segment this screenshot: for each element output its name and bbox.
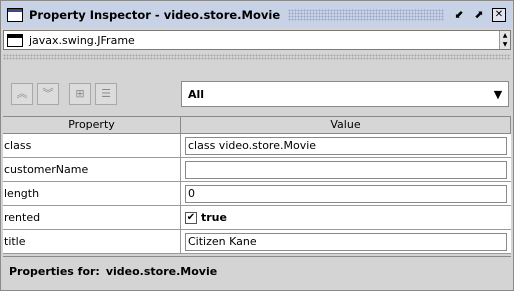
list-view-button[interactable]: ☰: [95, 83, 117, 105]
window-title: Property Inspector - video.store.Movie: [29, 8, 281, 22]
object-selector[interactable]: javax.swing.JFrame ▲ ▼: [3, 30, 511, 50]
status-footer: Properties for: video.store.Movie: [3, 256, 511, 286]
footer-class: video.store.Movie: [105, 265, 218, 278]
property-name: title: [3, 230, 181, 253]
table-header: Property Value: [3, 117, 511, 134]
footer-label: Properties for:: [9, 265, 100, 278]
close-icon[interactable]: ✕: [492, 8, 506, 22]
property-inspector-window: Property Inspector - video.store.Movie ⬋…: [0, 0, 514, 291]
object-spinner[interactable]: ▲ ▼: [499, 31, 510, 49]
property-value-field[interactable]: 0: [185, 184, 507, 203]
rented-checkbox[interactable]: ✔: [185, 211, 197, 224]
jframe-icon: [7, 33, 23, 47]
table-row[interactable]: rented ✔ true: [3, 206, 511, 230]
property-name: rented: [3, 206, 181, 229]
filter-value: All: [188, 87, 205, 101]
toolbar-grip[interactable]: [3, 54, 511, 60]
property-value-field[interactable]: [185, 160, 507, 179]
property-value-field[interactable]: Citizen Kane: [185, 232, 507, 251]
table-row[interactable]: class class video.store.Movie: [3, 134, 511, 158]
new-property-button[interactable]: ⊞: [69, 83, 91, 105]
title-bar[interactable]: Property Inspector - video.store.Movie ⬋…: [2, 2, 512, 28]
window-icon: [7, 8, 23, 22]
filter-dropdown[interactable]: All ▼: [181, 81, 509, 107]
property-table: Property Value class class video.store.M…: [3, 116, 511, 254]
title-grip[interactable]: [288, 9, 444, 21]
property-name: customerName: [3, 158, 181, 181]
header-property[interactable]: Property: [3, 117, 181, 134]
spin-down-icon[interactable]: ▼: [503, 41, 508, 48]
property-name: class: [3, 134, 181, 157]
move-down-button[interactable]: ︾: [37, 83, 59, 105]
table-row[interactable]: length 0: [3, 182, 511, 206]
rented-value: true: [201, 211, 227, 224]
table-row[interactable]: customerName: [3, 158, 511, 182]
restore-icon[interactable]: ⬋: [452, 8, 466, 22]
chevron-down-icon[interactable]: ▼: [488, 88, 508, 101]
header-value[interactable]: Value: [181, 117, 511, 134]
move-up-button[interactable]: ︽: [11, 83, 33, 105]
property-name: length: [3, 182, 181, 205]
maximize-icon[interactable]: ⬈: [472, 8, 486, 22]
table-row[interactable]: title Citizen Kane: [3, 230, 511, 254]
object-selector-value: javax.swing.JFrame: [29, 33, 135, 47]
property-value-field[interactable]: class video.store.Movie: [185, 136, 507, 155]
spin-up-icon[interactable]: ▲: [503, 32, 508, 39]
toolbar: ︽ ︾ ⊞ ☰: [11, 79, 177, 109]
